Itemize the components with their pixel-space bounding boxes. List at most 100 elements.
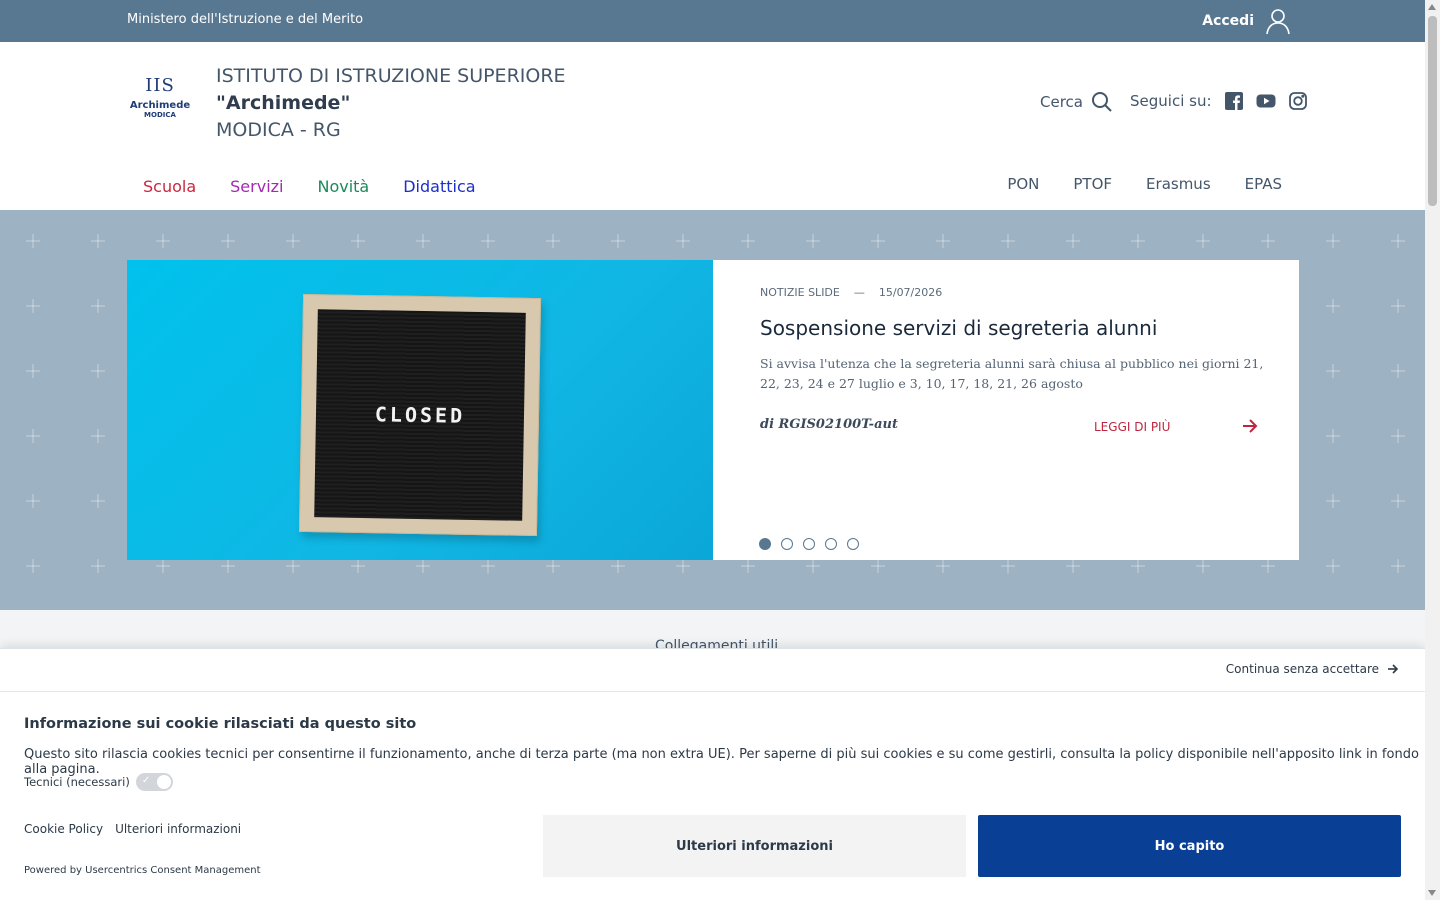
subnav-item-erasmus[interactable]: Erasmus xyxy=(1146,175,1211,193)
more-info-link[interactable]: Ulteriori informazioni xyxy=(115,822,241,836)
background-pattern-mark xyxy=(806,234,820,248)
slider-dot-2[interactable] xyxy=(781,538,793,550)
school-logo[interactable]: IIS Archimede MODICA xyxy=(127,72,193,130)
nav-item-servizi[interactable]: Servizi xyxy=(230,177,283,196)
background-pattern-mark xyxy=(1391,364,1405,378)
background-pattern-mark xyxy=(1196,234,1210,248)
user-icon xyxy=(1266,9,1290,35)
background-pattern-mark xyxy=(1001,234,1015,248)
search-label: Cerca xyxy=(1040,93,1083,111)
subnav-item-ptof[interactable]: PTOF xyxy=(1073,175,1112,193)
slider-dot-4[interactable] xyxy=(825,538,837,550)
background-pattern-mark xyxy=(286,234,300,248)
search-button[interactable]: Cerca xyxy=(1040,91,1113,113)
subnav-item-pon[interactable]: PON xyxy=(1007,175,1039,193)
background-pattern-mark xyxy=(806,559,820,573)
accept-button[interactable]: Ho capito xyxy=(978,815,1401,877)
page-scrollbar[interactable] xyxy=(1425,0,1440,900)
logo-city: MODICA xyxy=(144,111,176,119)
nav-item-scuola[interactable]: Scuola xyxy=(143,177,196,196)
background-pattern-mark xyxy=(26,364,40,378)
background-pattern-mark xyxy=(221,559,235,573)
instagram-icon[interactable] xyxy=(1288,91,1308,111)
powered-by: Powered by Usercentrics Consent Manageme… xyxy=(24,865,261,876)
skip-label: Continua senza accettare xyxy=(1225,662,1379,676)
background-pattern-mark xyxy=(1131,234,1145,248)
letter-board: CLOSED xyxy=(314,309,526,521)
login-button[interactable]: Accedi xyxy=(1202,7,1292,35)
school-line-3: MODICA - RG xyxy=(216,119,341,141)
youtube-icon[interactable] xyxy=(1256,91,1276,111)
slide-title[interactable]: Sospensione servizi di segreteria alunni xyxy=(760,316,1271,340)
more-info-button[interactable]: Ulteriori informazioni xyxy=(543,815,966,877)
slider-dot-5[interactable] xyxy=(847,538,859,550)
slide-image[interactable]: CLOSED xyxy=(127,260,713,560)
background-pattern-mark xyxy=(26,559,40,573)
continue-without-accepting-button[interactable]: Continua senza accettare xyxy=(1226,662,1399,676)
background-pattern-mark xyxy=(26,429,40,443)
background-pattern-mark xyxy=(286,559,300,573)
background-pattern-mark xyxy=(611,559,625,573)
facebook-icon[interactable] xyxy=(1224,91,1244,111)
slide-category[interactable]: Notizie slide xyxy=(760,286,840,299)
cookie-policy-link[interactable]: Cookie Policy xyxy=(24,822,103,836)
secondary-navigation: PON PTOF Erasmus EPAS xyxy=(1007,175,1282,193)
background-pattern-mark xyxy=(481,234,495,248)
background-pattern-mark xyxy=(1326,299,1340,313)
background-pattern-mark xyxy=(871,234,885,248)
check-icon: ✓ xyxy=(141,775,151,786)
slider-dot-1[interactable] xyxy=(759,538,771,550)
social-label: Seguici su: xyxy=(1130,92,1212,110)
scroll-up-icon[interactable] xyxy=(1428,4,1436,10)
slide-meta: Notizie slide — 15/07/2026 xyxy=(760,286,1271,299)
background-pattern-mark xyxy=(741,234,755,248)
background-pattern-mark xyxy=(1261,234,1275,248)
background-pattern-mark xyxy=(91,494,105,508)
read-more-link[interactable]: LEGGI DI PIÙ xyxy=(1094,420,1170,434)
subnav-item-epas[interactable]: EPAS xyxy=(1245,175,1282,193)
background-pattern-mark xyxy=(1196,559,1210,573)
scrollbar-thumb[interactable] xyxy=(1428,16,1437,206)
ministry-link[interactable]: Ministero dell'Istruzione e del Merito xyxy=(127,12,363,27)
background-pattern-mark xyxy=(26,299,40,313)
background-pattern-mark xyxy=(1001,559,1015,573)
background-pattern-mark xyxy=(351,559,365,573)
background-pattern-mark xyxy=(741,559,755,573)
scroll-down-icon[interactable] xyxy=(1428,890,1436,896)
slide-text: Si avvisa l'utenza che la segreteria alu… xyxy=(760,356,1264,391)
background-pattern-mark xyxy=(1391,559,1405,573)
background-pattern-mark xyxy=(26,234,40,248)
background-pattern-mark xyxy=(1261,559,1275,573)
background-pattern-mark xyxy=(1391,494,1405,508)
background-pattern-mark xyxy=(221,234,235,248)
background-pattern-mark xyxy=(1326,234,1340,248)
slide-date: 15/07/2026 xyxy=(878,286,943,299)
background-pattern-mark xyxy=(1391,429,1405,443)
search-icon xyxy=(1091,92,1112,112)
background-pattern-mark xyxy=(91,299,105,313)
background-pattern-mark xyxy=(156,234,170,248)
technical-cookies-row: Tecnici (necessari) ✓ xyxy=(24,773,173,791)
slide-separator: — xyxy=(853,286,865,299)
site-header: IIS Archimede MODICA ISTITUTO DI ISTRUZI… xyxy=(0,42,1425,210)
background-pattern-mark xyxy=(91,429,105,443)
top-bar: Ministero dell'Istruzione e del Merito A… xyxy=(0,0,1425,42)
technical-cookies-label: Tecnici (necessari) xyxy=(24,775,130,789)
main-navigation: Scuola Servizi Novità Didattica xyxy=(143,177,476,196)
nav-item-novit[interactable]: Novità xyxy=(317,177,369,196)
background-pattern-mark xyxy=(1326,364,1340,378)
background-pattern-mark xyxy=(1391,234,1405,248)
technical-cookies-toggle[interactable]: ✓ xyxy=(135,773,173,791)
school-name[interactable]: ISTITUTO DI ISTRUZIONE SUPERIORE "Archim… xyxy=(216,63,566,144)
background-pattern-mark xyxy=(1066,559,1080,573)
social-links: Seguici su: xyxy=(1130,91,1308,111)
school-line-2: "Archimede" xyxy=(216,92,351,114)
slide-author: di RGIS02100T-aut xyxy=(760,417,898,432)
background-pattern-mark xyxy=(91,234,105,248)
slider-dot-3[interactable] xyxy=(803,538,815,550)
nav-item-didattica[interactable]: Didattica xyxy=(403,177,475,196)
login-label: Accedi xyxy=(1202,13,1254,29)
background-pattern-mark xyxy=(416,559,430,573)
arrow-right-icon[interactable] xyxy=(1242,419,1258,433)
background-pattern-mark xyxy=(91,559,105,573)
